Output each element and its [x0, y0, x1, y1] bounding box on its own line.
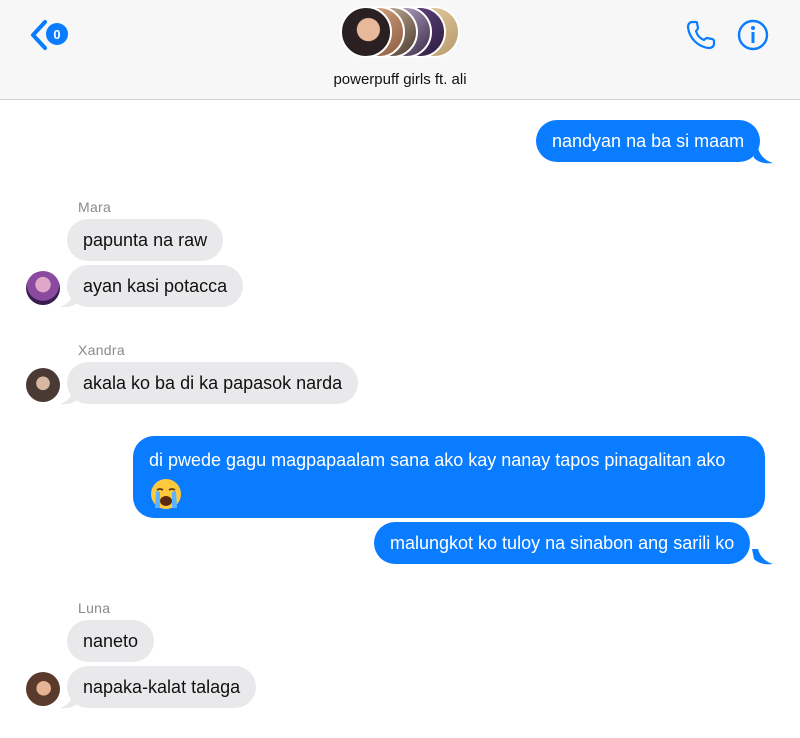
sender-name: Xandra — [78, 342, 125, 358]
bubble-tail — [752, 549, 773, 565]
avatar[interactable] — [26, 672, 60, 706]
back-button[interactable]: 0 — [28, 16, 76, 52]
bubble-tail — [60, 693, 80, 709]
bubble-tail — [60, 389, 80, 405]
group-avatar-stack[interactable] — [340, 4, 464, 62]
avatar — [340, 6, 392, 58]
message-text: papunta na raw — [83, 229, 208, 250]
loudly-crying-face-emoji — [151, 479, 181, 509]
outgoing-message[interactable]: malungkot ko tuloy na sinabon ang sarili… — [374, 522, 751, 564]
outgoing-message[interactable]: di pwede gagu magpapaalam sana ako kay n… — [133, 436, 765, 518]
incoming-message[interactable]: napaka-kalat talaga — [67, 666, 257, 708]
incoming-message[interactable]: ayan kasi potacca — [67, 265, 244, 307]
bubble-tail — [60, 292, 80, 308]
message-text: napaka-kalat talaga — [83, 676, 241, 697]
phone-icon[interactable] — [684, 18, 718, 52]
group-name[interactable]: powerpuff girls ft. ali — [0, 71, 800, 88]
avatar[interactable] — [26, 271, 60, 305]
message-text: naneto — [83, 630, 139, 651]
message-text: nandyan na ba si maam — [552, 130, 745, 151]
info-icon[interactable] — [737, 18, 769, 52]
outgoing-message[interactable]: nandyan na ba si maam — [536, 120, 761, 162]
sender-name: Luna — [78, 600, 111, 616]
incoming-message[interactable]: papunta na raw — [67, 219, 224, 261]
message-text: di pwede gagu magpapaalam sana ako kay n… — [149, 450, 726, 470]
message-text: malungkot ko tuloy na sinabon ang sarili… — [390, 532, 735, 553]
incoming-message[interactable]: naneto — [67, 620, 155, 662]
bubble-tail — [752, 148, 773, 164]
incoming-message[interactable]: akala ko ba di ka papasok narda — [67, 362, 359, 404]
conversation-header: 0 powerpuff girls ft. ali — [0, 0, 800, 100]
unread-count-badge: 0 — [46, 23, 68, 45]
message-text: ayan kasi potacca — [83, 275, 228, 296]
message-text: akala ko ba di ka papasok narda — [83, 372, 343, 393]
sender-name: Mara — [78, 199, 112, 215]
avatar[interactable] — [26, 368, 60, 402]
